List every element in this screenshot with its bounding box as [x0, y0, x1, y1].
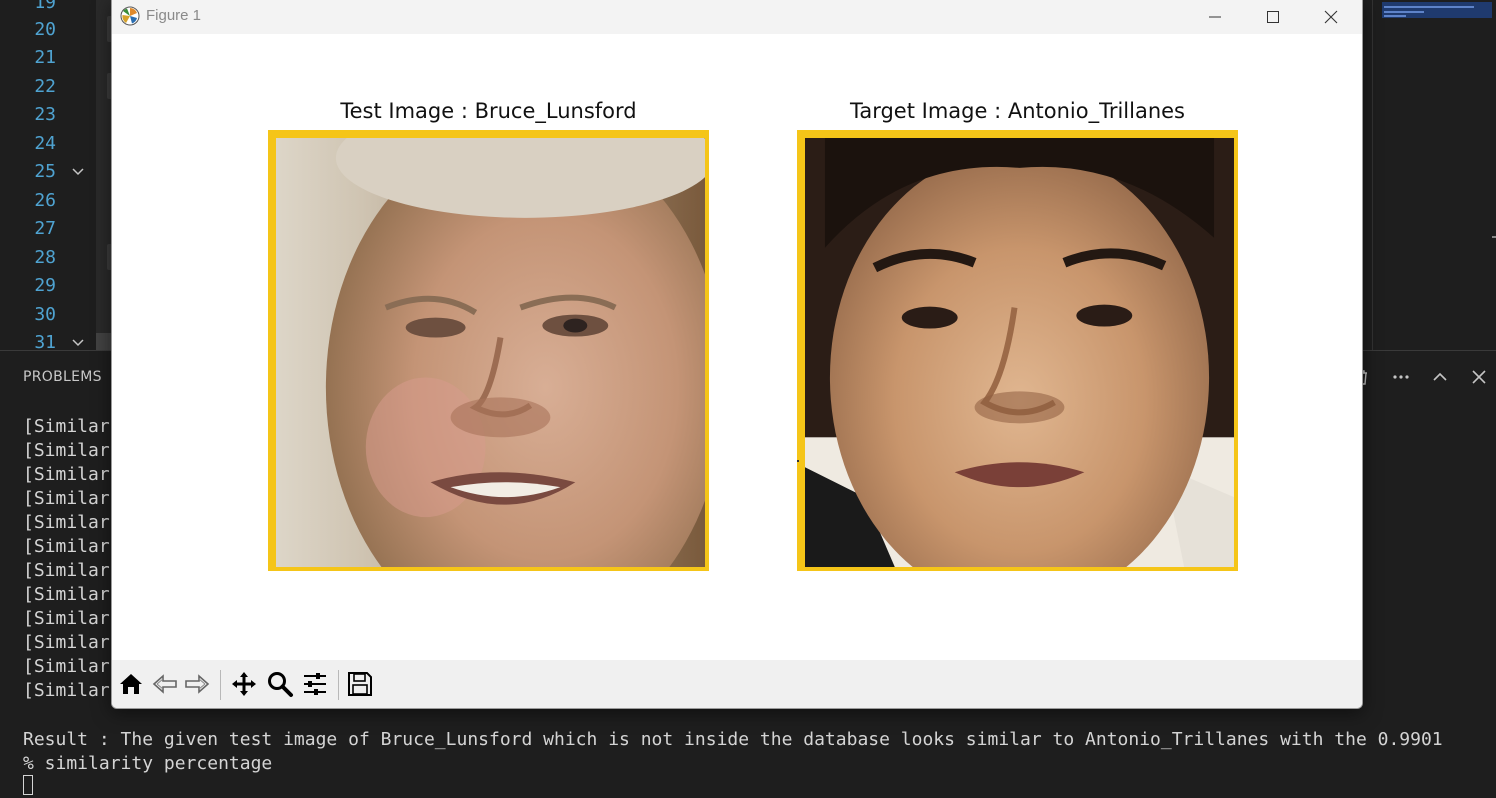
terminal-line: [Similar — [23, 416, 110, 437]
test-image-frame — [268, 130, 709, 571]
terminal-cursor[interactable] — [23, 775, 33, 795]
forward-icon[interactable] — [181, 668, 213, 700]
fold-chevron-icon[interactable] — [70, 335, 86, 351]
minimap-line — [1384, 11, 1424, 13]
line-number: 21 — [34, 47, 56, 68]
line-number: 24 — [34, 133, 56, 154]
matplotlib-logo-icon — [120, 6, 140, 26]
terminal-line: [Similar — [23, 512, 110, 533]
configure-subplots-icon[interactable] — [299, 668, 331, 700]
maximize-button[interactable] — [1244, 0, 1302, 34]
window-titlebar[interactable]: Figure 1 — [112, 0, 1362, 34]
panel-actions — [1350, 365, 1491, 389]
terminal-line: [Similar — [23, 440, 110, 461]
tab-problems[interactable]: PROBLEMS — [23, 369, 102, 385]
back-icon[interactable] — [149, 668, 181, 700]
toolbar-separator — [220, 670, 221, 700]
figure-window: Figure 1 Test Image : Bruce_Lunsford Tar… — [111, 0, 1363, 709]
zoom-icon[interactable] — [264, 668, 296, 700]
figure-canvas[interactable]: Test Image : Bruce_Lunsford Target Image… — [112, 34, 1362, 660]
line-number: 23 — [34, 104, 56, 125]
home-icon[interactable] — [115, 668, 147, 700]
maximize-icon — [1267, 11, 1279, 23]
line-number: 27 — [34, 218, 56, 239]
save-icon[interactable] — [344, 668, 376, 700]
horizontal-scrollbar[interactable] — [96, 333, 112, 350]
scrollbar-marker — [1492, 236, 1496, 238]
terminal-line: [Similar — [23, 536, 110, 557]
line-number: 25 — [34, 161, 56, 182]
terminal-line: [Similar — [23, 560, 110, 581]
stray-pixel — [797, 460, 799, 462]
fold-chevron-icon[interactable] — [70, 164, 86, 180]
left-axes-title: Test Image : Bruce_Lunsford — [340, 99, 637, 123]
line-number: 19 — [34, 0, 56, 13]
line-number: 28 — [34, 247, 56, 268]
chevron-up-icon[interactable] — [1428, 365, 1452, 389]
result-line: % similarity percentage — [23, 753, 273, 774]
minimize-icon — [1209, 16, 1221, 18]
minimap[interactable] — [1372, 0, 1496, 350]
result-line: Result : The given test image of Bruce_L… — [23, 729, 1443, 750]
terminal-line: [Similar — [23, 584, 110, 605]
line-number: 20 — [34, 19, 56, 40]
line-number: 22 — [34, 76, 56, 97]
close-button[interactable] — [1302, 0, 1360, 34]
minimap-line — [1384, 6, 1474, 8]
code-area[interactable] — [96, 0, 112, 350]
terminal-line: [Similar — [23, 464, 110, 485]
line-number: 30 — [34, 304, 56, 325]
minimap-line — [1384, 15, 1406, 17]
toolbar-separator — [338, 670, 339, 700]
line-number: 29 — [34, 275, 56, 296]
right-axes-title: Target Image : Antonio_Trillanes — [849, 99, 1185, 123]
line-number: 26 — [34, 190, 56, 211]
terminal-line: [Similar — [23, 680, 110, 701]
minimize-button[interactable] — [1186, 0, 1244, 34]
target-face-image — [805, 138, 1234, 567]
terminal-line: [Similar — [23, 608, 110, 629]
target-image-frame — [797, 130, 1238, 571]
terminal-line: [Similar — [23, 656, 110, 677]
close-icon — [1324, 10, 1338, 24]
terminal-line: [Similar — [23, 632, 110, 653]
more-icon[interactable] — [1389, 365, 1413, 389]
line-number-gutter: 19 20 21 22 23 24 25 26 27 28 29 30 31 — [0, 0, 96, 353]
pan-icon[interactable] — [228, 668, 260, 700]
terminal-line: [Similar — [23, 488, 110, 509]
close-icon[interactable] — [1467, 365, 1491, 389]
test-face-image — [276, 138, 705, 567]
window-title: Figure 1 — [146, 7, 202, 24]
